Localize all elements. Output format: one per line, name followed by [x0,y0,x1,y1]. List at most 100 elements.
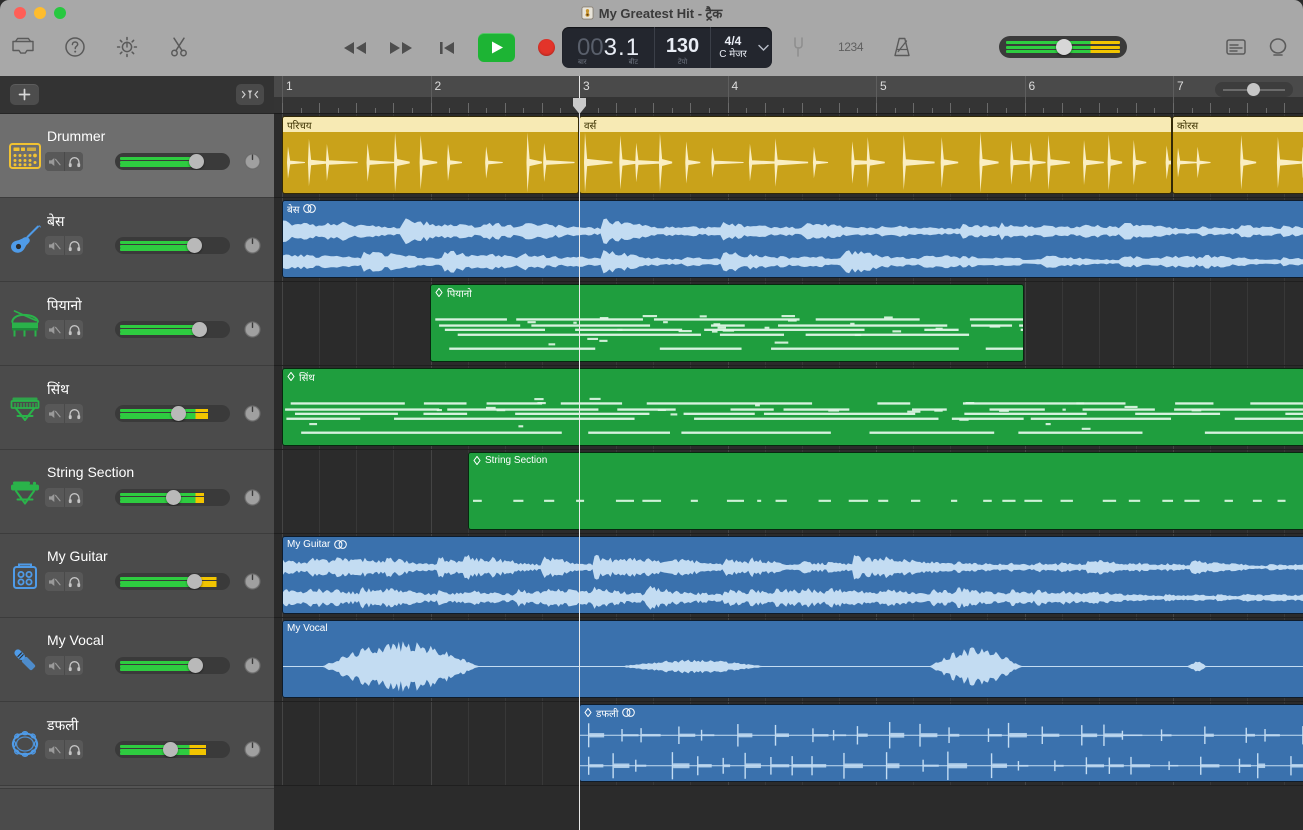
lcd-position[interactable]: 003.1 बार बीट [562,27,655,68]
volume-knob[interactable] [192,322,207,337]
pan-knob[interactable] [244,405,261,422]
zoom-slider-knob[interactable] [1247,83,1260,96]
track-header[interactable]: My Guitar [0,534,274,618]
smart-controls-icon[interactable] [114,34,140,60]
playhead-handle[interactable] [572,98,587,114]
volume-knob[interactable] [187,238,202,253]
record-button[interactable] [531,34,561,62]
count-in-icon[interactable]: 1234 [838,40,863,54]
pan-knob[interactable] [244,237,261,254]
zoom-slider[interactable] [1215,82,1293,97]
mute-button[interactable] [45,404,64,423]
region[interactable]: परिचय [282,116,579,194]
mute-button[interactable] [45,656,64,675]
volume-knob[interactable] [171,406,186,421]
play-button[interactable] [478,33,515,62]
lcd-chevron-down-icon[interactable] [755,27,772,68]
lcd-display[interactable]: 003.1 बार बीट 130 टेंपो 4/4 C मेजर [562,27,772,68]
volume-slider[interactable] [115,489,230,506]
track-header[interactable]: My Vocal [0,618,274,702]
track-configuration-button[interactable] [236,84,264,105]
volume-slider[interactable] [115,573,230,590]
solo-button[interactable] [64,656,83,675]
library-icon[interactable] [10,34,36,60]
notes-icon[interactable] [1223,34,1249,60]
region-header[interactable]: परिचय [283,117,578,132]
region[interactable]: वर्स [579,116,1172,194]
help-icon[interactable] [62,34,88,60]
track-lane[interactable]: My Vocal My Vocal [274,618,1303,702]
volume-slider[interactable] [115,741,230,758]
region[interactable]: पियानो [430,284,1024,362]
mute-button[interactable] [45,320,64,339]
solo-button[interactable] [64,236,83,255]
volume-knob[interactable] [163,742,178,757]
volume-knob[interactable] [187,574,202,589]
region-header[interactable]: पियानो [431,285,1023,300]
track-header[interactable]: बेस [0,198,274,282]
lcd-tempo[interactable]: 130 टेंपो [655,27,711,68]
volume-slider[interactable] [115,153,230,170]
track-lane[interactable]: बेस बेस [274,198,1303,282]
track-lane[interactable]: सिंथ सिंथ [274,366,1303,450]
loop-browser-icon[interactable] [1265,34,1291,60]
track-lane[interactable]: डफली [274,702,1303,786]
volume-slider[interactable] [115,405,230,422]
track-lane[interactable]: पियानो [274,282,1303,366]
scissors-icon[interactable] [166,34,192,60]
mute-button[interactable] [45,572,64,591]
region-header[interactable]: डफली [580,705,1303,720]
region-header[interactable]: बेस [283,201,1303,216]
solo-button[interactable] [64,488,83,507]
track-lane[interactable]: My Guitar My Guitar [274,534,1303,618]
pan-knob[interactable] [244,321,261,338]
solo-button[interactable] [64,572,83,591]
metronome-icon[interactable] [889,34,915,60]
solo-button[interactable] [64,320,83,339]
region[interactable]: String Section [468,452,1303,530]
track-header[interactable]: सिंथ [0,366,274,450]
mute-button[interactable] [45,236,64,255]
track-header[interactable]: डफली [0,702,274,786]
volume-knob[interactable] [189,154,204,169]
region-header[interactable]: कोरस [1173,117,1303,132]
track-lane[interactable]: परिचय वर्स कोरस [274,114,1303,198]
pan-knob[interactable] [244,741,261,758]
pan-knob[interactable] [244,489,261,506]
solo-button[interactable] [64,152,83,171]
region-header[interactable]: String Section [469,453,1303,468]
go-to-beginning-button[interactable] [432,34,462,62]
region-header[interactable]: My Vocal [283,621,1303,636]
timeline-ruler[interactable]: 1234567 [274,76,1303,114]
solo-button[interactable] [64,740,83,759]
mute-button[interactable] [45,488,64,507]
track-header[interactable]: Drummer [0,114,274,198]
volume-slider[interactable] [115,657,230,674]
master-volume-knob[interactable] [1056,39,1072,55]
region-header[interactable]: वर्स [580,117,1171,132]
region[interactable]: कोरस [1172,116,1303,194]
add-track-button[interactable] [10,84,39,105]
pan-knob[interactable] [244,657,261,674]
pan-knob[interactable] [244,573,261,590]
region[interactable]: My Guitar My Guitar [282,536,1303,614]
region[interactable]: डफली [579,704,1303,782]
master-volume-slider[interactable] [999,36,1127,58]
track-lane[interactable]: String Section [274,450,1303,534]
track-header[interactable]: String Section [0,450,274,534]
volume-knob[interactable] [188,658,203,673]
volume-slider[interactable] [115,237,230,254]
track-header[interactable]: पियानो [0,282,274,366]
solo-button[interactable] [64,404,83,423]
region[interactable]: My Vocal My Vocal [282,620,1303,698]
playhead[interactable] [579,76,580,830]
volume-knob[interactable] [166,490,181,505]
region-header[interactable]: सिंथ [283,369,1303,384]
volume-slider[interactable] [115,321,230,338]
region[interactable]: सिंथ सिंथ [282,368,1303,446]
pan-knob[interactable] [244,153,261,170]
lcd-signature[interactable]: 4/4 C मेजर [711,27,755,68]
tuner-icon[interactable] [786,34,812,60]
rewind-button[interactable] [340,34,370,62]
region[interactable]: बेस बेस [282,200,1303,278]
